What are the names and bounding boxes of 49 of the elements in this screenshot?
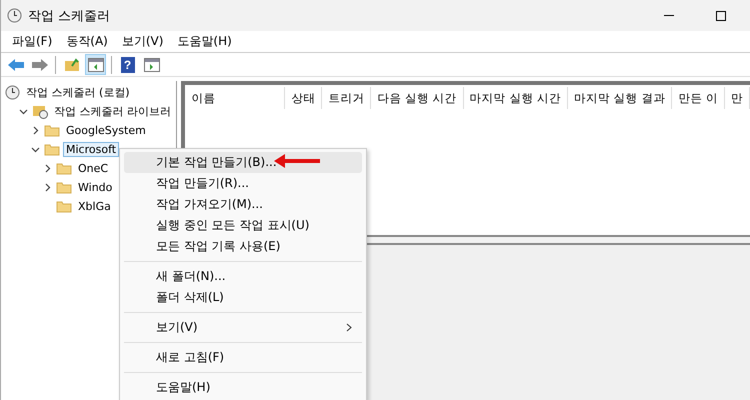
tree-item[interactable]: OneC [75, 161, 112, 176]
menu-item[interactable]: 기본 작업 만들기(B)... [124, 152, 362, 173]
submenu-chevron-icon [346, 323, 352, 332]
folder-clock-icon [32, 104, 48, 119]
menu-item[interactable]: 파일(F) [5, 31, 60, 52]
menu-item[interactable]: 실행 중인 모든 작업 표시(U) [124, 215, 362, 236]
folder-icon [56, 200, 72, 213]
column-header[interactable]: 이름 [185, 87, 286, 109]
column-header[interactable]: 다음 실행 시간 [371, 87, 464, 109]
tree-item[interactable]: GoogleSystem [63, 123, 149, 138]
clock-icon [7, 8, 22, 23]
panel-icon [88, 58, 104, 72]
menu-item[interactable]: 동작(A) [59, 31, 115, 52]
help-icon: ? [120, 56, 134, 72]
folder-icon [56, 181, 72, 194]
column-header[interactable]: 트리거 [322, 87, 372, 109]
menu-item[interactable]: 모든 작업 기록 사용(E) [124, 236, 362, 257]
tree-item[interactable]: XblGa [75, 199, 114, 214]
folder-icon [56, 162, 72, 175]
column-header[interactable]: 마지막 실행 시간 [464, 87, 568, 109]
folder-icon [44, 143, 60, 156]
toolbar-button[interactable]: ? [117, 54, 138, 75]
menu-item[interactable]: 도움말(H) [170, 31, 239, 52]
menu-item[interactable]: 작업 만들기(R)... [124, 173, 362, 194]
forward-arrow-icon [30, 58, 48, 72]
column-header[interactable]: 마지막 실행 결과 [568, 87, 672, 109]
tree-item[interactable]: Microsoft [63, 142, 120, 157]
column-header[interactable]: 상태 [285, 87, 322, 109]
minimize-icon [664, 14, 674, 16]
window-title: 작업 스케줄러 [28, 8, 112, 24]
menu-item[interactable]: 도움말(H) [124, 377, 362, 398]
panel-icon [144, 58, 160, 72]
clock-icon [5, 85, 20, 100]
column-header[interactable]: 만든 이 [672, 87, 725, 109]
menu-item[interactable]: 새로 고침(F) [124, 347, 362, 368]
menu-item[interactable]: 작업 가져오기(M)... [124, 194, 362, 215]
tree-item[interactable]: Windo [75, 180, 116, 195]
back-arrow-icon [6, 58, 24, 72]
toolbar-button[interactable] [85, 54, 106, 75]
column-header[interactable]: 만 [725, 87, 750, 109]
folder-icon [44, 124, 60, 137]
tree-item[interactable]: 작업 스케줄러 (로컬) [23, 84, 133, 101]
tree-item[interactable]: 작업 스케줄러 라이브러 [51, 103, 174, 120]
menu-item[interactable]: 보기(V) [114, 31, 170, 52]
folder-up-icon [64, 57, 80, 72]
menu-item[interactable]: 폴더 삭제(L) [124, 287, 362, 308]
menu-item[interactable]: 새 폴더(N)... [124, 266, 362, 287]
menu-item[interactable]: 보기(V) [124, 317, 362, 338]
maximize-icon [716, 10, 726, 20]
